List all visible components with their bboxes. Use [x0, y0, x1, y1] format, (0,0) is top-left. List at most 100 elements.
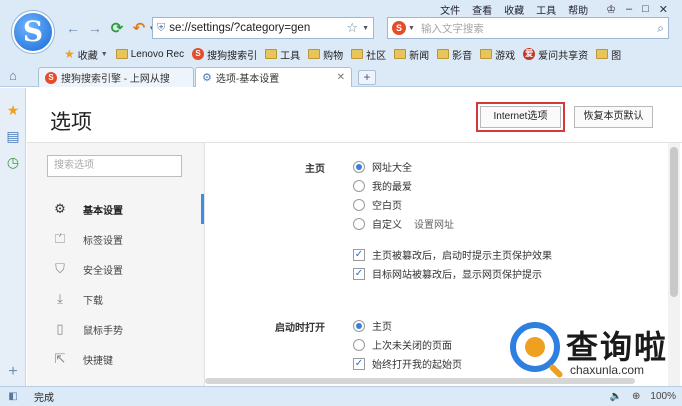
bookmarks-bar: ★ 收藏 ▼ Lenovo Rec S 搜狗搜索引 工具 购物 社区 新闻 影音…	[64, 45, 621, 63]
undo-close-icon[interactable]: ↶	[128, 18, 150, 38]
page-title: 选项	[50, 111, 92, 134]
folder-icon	[394, 49, 407, 59]
bookmark-star-icon[interactable]: ☆	[346, 20, 358, 36]
radio[interactable]	[353, 338, 365, 351]
bookmark-label: 爱问共享资	[538, 50, 589, 62]
internet-options-button[interactable]: Internet选项	[480, 106, 561, 128]
bookmark-item[interactable]: 爱 爱问共享资	[523, 47, 588, 62]
nav-security-settings[interactable]: ⛉ 安全设置	[27, 254, 204, 284]
startup-option-home[interactable]: 主页	[353, 318, 392, 333]
nav-basic-settings[interactable]: ⚙ 基本设置	[27, 194, 204, 224]
bookmark-label: 游戏	[495, 50, 516, 62]
checkbox-checked[interactable]: ✓	[353, 357, 365, 370]
bookmark-item[interactable]: 工具	[265, 47, 300, 62]
bookmark-item[interactable]: 购物	[308, 47, 343, 62]
homepage-option-favorites[interactable]: 我的最爱	[353, 178, 412, 193]
forward-icon[interactable]: →	[84, 18, 106, 38]
watermark-logo: 查询啦 chaxunla.com	[506, 320, 678, 386]
sidebar-toggle-icon[interactable]: ◧	[0, 391, 26, 402]
favorites-star-icon[interactable]: ★	[5, 102, 21, 118]
bookmark-label: 搜狗搜索引	[207, 50, 258, 62]
radio-selected[interactable]	[353, 319, 365, 332]
volume-icon[interactable]: 🔈	[610, 391, 622, 402]
search-box[interactable]: S ▼ 输入文字搜索 ⌕	[387, 17, 669, 39]
nav-label: 标签设置	[83, 235, 123, 247]
bookmark-item[interactable]: 社区	[351, 47, 386, 62]
bookmark-item[interactable]: S 搜狗搜索引	[192, 47, 257, 62]
folder-icon	[596, 49, 609, 59]
bookmark-label: 新闻	[409, 50, 430, 62]
tab-settings[interactable]: ⚙ 选项-基本设置 ✕	[195, 67, 352, 87]
maximize-icon[interactable]: □	[642, 3, 649, 16]
bookmark-label: 社区	[366, 50, 387, 62]
startup-option-last-session[interactable]: 上次未关闭的页面	[353, 337, 452, 352]
checkbox-checked[interactable]: ✓	[353, 248, 365, 261]
bookmark-item[interactable]: 游戏	[480, 47, 515, 62]
skin-icon[interactable]: ♔	[606, 3, 616, 16]
search-engine-dropdown-icon[interactable]: ▼	[408, 25, 415, 32]
bookmark-item[interactable]: 新闻	[394, 47, 429, 62]
security-shield-icon: ⛨	[157, 21, 166, 34]
nav-tab-settings[interactable]: ⏍ 标签设置	[27, 224, 204, 254]
tab-sogou-search[interactable]: S 搜狗搜索引擎 - 上网从搜	[38, 67, 194, 87]
startup-always-open-check[interactable]: ✓ 始终打开我的起始页	[353, 356, 462, 371]
back-icon[interactable]: ←	[62, 18, 84, 38]
menu-file[interactable]: 文件	[440, 2, 460, 17]
bookmark-item[interactable]: 影音	[437, 47, 472, 62]
nav-label: 快捷键	[83, 355, 113, 367]
bookmark-item[interactable]: Lenovo Rec	[115, 49, 184, 60]
homepage-option-directory[interactable]: 网址大全	[353, 159, 412, 174]
address-bar[interactable]: ⛨ se://settings/?category=gen ☆ ▼	[152, 17, 374, 39]
reset-defaults-button[interactable]: 恢复本页默认	[574, 106, 653, 128]
zoom-icon[interactable]: ⊕	[632, 391, 640, 402]
radio[interactable]	[353, 179, 365, 192]
search-input[interactable]: 输入文字搜索	[421, 21, 657, 36]
history-clock-icon[interactable]: ◷	[5, 154, 21, 170]
radio[interactable]	[353, 217, 365, 230]
startup-section-label: 启动时打开	[275, 323, 325, 334]
homepage-option-custom[interactable]: 自定义 设置网址	[353, 216, 454, 231]
nav-active-indicator	[201, 194, 204, 224]
homepage-option-blank[interactable]: 空白页	[353, 197, 402, 212]
close-icon[interactable]: ✕	[659, 3, 668, 16]
option-label: 空白页	[372, 201, 402, 212]
option-label: 我的最爱	[372, 182, 412, 193]
gear-icon: ⚙	[202, 72, 212, 84]
new-tab-button[interactable]: +	[358, 70, 376, 85]
nav-label: 鼠标手势	[83, 325, 123, 337]
scrollbar-thumb[interactable]	[670, 147, 678, 297]
address-dropdown-icon[interactable]: ▼	[362, 25, 369, 32]
nav-download[interactable]: ⤓ 下载	[27, 284, 204, 314]
search-icon[interactable]: ⌕	[657, 21, 664, 36]
reader-icon[interactable]: ▤	[5, 128, 21, 144]
ishare-icon: 爱	[523, 48, 536, 60]
radio[interactable]	[353, 198, 365, 211]
nav-mouse-gestures[interactable]: ▯ 鼠标手势	[27, 314, 204, 344]
settings-search-input[interactable]: 搜索选项	[47, 155, 182, 177]
checkbox-checked[interactable]: ✓	[353, 267, 365, 280]
bookmark-item[interactable]: 图	[596, 47, 621, 62]
address-url[interactable]: se://settings/?category=gen	[169, 22, 344, 34]
menu-view[interactable]: 查看	[472, 2, 492, 17]
search-engine-icon[interactable]: S	[392, 21, 406, 35]
menu-tools[interactable]: 工具	[536, 2, 556, 17]
close-tab-icon[interactable]: ✕	[337, 72, 345, 83]
nav-shortcuts[interactable]: ⇱ 快捷键	[27, 344, 204, 374]
navigation-buttons: ← → ⟳ ↶ ▾	[62, 17, 157, 39]
site-protect-check[interactable]: ✓ 目标网站被篡改后，显示网页保护提示	[353, 266, 542, 281]
homepage-protect-check[interactable]: ✓ 主页被篡改后，启动时提示主页保护效果	[353, 247, 552, 262]
add-sidebar-icon[interactable]: +	[5, 364, 21, 380]
option-label: 主页	[372, 322, 392, 333]
bookmark-favorites[interactable]: ★ 收藏 ▼	[64, 47, 108, 62]
set-url-link[interactable]: 设置网址	[414, 216, 454, 231]
refresh-icon[interactable]: ⟳	[106, 18, 128, 38]
option-label: 主页被篡改后，启动时提示主页保护效果	[372, 251, 552, 262]
zoom-level[interactable]: 100%	[650, 391, 676, 402]
minimize-icon[interactable]: –	[626, 3, 632, 16]
bookmark-label: 工具	[280, 50, 301, 62]
menu-favorites[interactable]: 收藏	[504, 2, 524, 17]
sogou-logo-icon[interactable]: S	[12, 11, 54, 53]
menu-help[interactable]: 帮助	[568, 2, 588, 17]
radio-selected[interactable]	[353, 160, 365, 173]
home-icon[interactable]: ⌂	[9, 68, 17, 83]
